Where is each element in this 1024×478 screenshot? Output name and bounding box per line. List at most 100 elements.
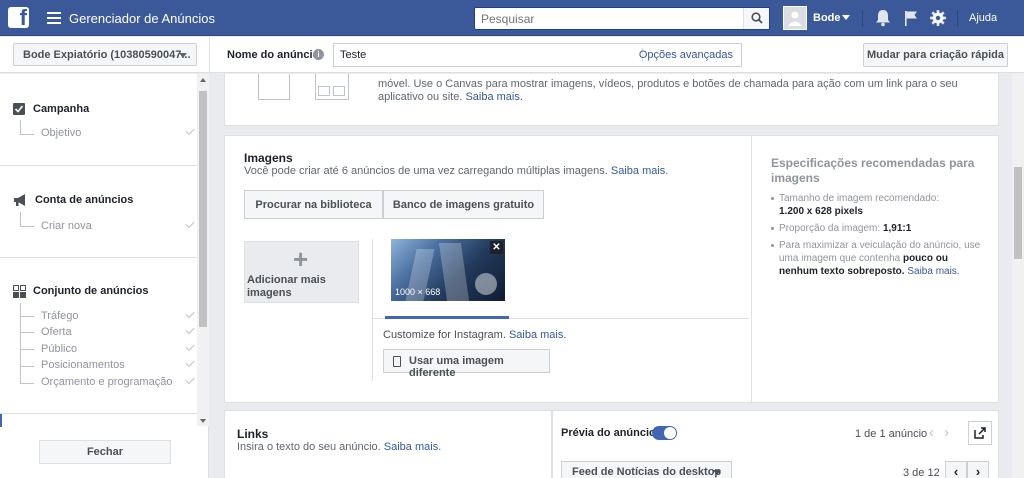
check-icon bbox=[185, 324, 195, 335]
images-title: Imagens bbox=[244, 151, 293, 165]
ad-toolbar: Bode Expiatório (10380590047... Nome do … bbox=[0, 37, 1024, 73]
instagram-customize: Customize for Instagram. Saiba mais. bbox=[383, 329, 567, 341]
images-card: Imagens Você pode criar até 6 anúncios d… bbox=[224, 135, 999, 404]
learn-more-link[interactable]: Saiba mais. bbox=[384, 441, 441, 453]
check-icon bbox=[185, 218, 195, 229]
next-button[interactable]: › bbox=[967, 461, 989, 478]
tree-line bbox=[20, 332, 34, 333]
sidebar-item-posicionamentos[interactable]: Posicionamentos bbox=[41, 359, 125, 371]
adset-grid-icon bbox=[13, 285, 26, 298]
tree-line bbox=[20, 212, 21, 226]
learn-more-link[interactable]: Saiba mais. bbox=[611, 165, 668, 177]
preview-label: Prévia do anúncio bbox=[561, 427, 656, 439]
search-icon bbox=[751, 12, 763, 24]
top-navbar: f Gerenciador de Anúncios Bode Ajuda bbox=[0, 0, 1024, 36]
image-dimensions: 1000 × 668 bbox=[395, 287, 441, 297]
use-different-image-button[interactable]: Usar uma imagem diferente bbox=[383, 349, 550, 379]
links-card: Links Insira o texto do seu anúncio. Sai… bbox=[224, 410, 552, 478]
spec-ratio: Proporção da imagem: 1,91:1 bbox=[771, 222, 986, 235]
bell-icon[interactable] bbox=[875, 9, 891, 27]
tree-line bbox=[20, 134, 34, 135]
links-title: Links bbox=[237, 427, 269, 441]
search-box bbox=[474, 7, 770, 30]
ad-name-label: Nome do anúncio bbox=[227, 49, 320, 61]
placement-dropdown[interactable]: Feed de Notícias do desktop bbox=[561, 461, 732, 478]
add-images-button[interactable]: + Adicionar mais imagens bbox=[244, 241, 359, 303]
gear-icon[interactable] bbox=[929, 9, 947, 27]
phone-icon bbox=[393, 356, 401, 367]
account-selector[interactable]: Bode Expiatório (10380590047... bbox=[13, 43, 197, 66]
sidebar-item-objetivo[interactable]: Objetivo bbox=[41, 127, 81, 139]
images-subtitle: Você pode criar até 6 anúncios de uma ve… bbox=[244, 165, 669, 177]
sidebar-item-orcamento[interactable]: Orçamento e programação bbox=[41, 376, 172, 388]
tab-free-images[interactable]: Banco de imagens gratuito bbox=[383, 190, 544, 219]
canvas-description: móvel. Use o Canvas para mostrar imagens… bbox=[378, 78, 958, 103]
megaphone-icon bbox=[14, 194, 25, 206]
learn-more-link[interactable]: Saiba mais. bbox=[907, 266, 959, 277]
info-icon[interactable]: i bbox=[313, 49, 324, 60]
learn-more-link[interactable]: Saiba mais. bbox=[465, 91, 522, 103]
tree-line bbox=[20, 383, 34, 384]
previous-button[interactable]: ‹ bbox=[945, 461, 967, 478]
sidebar-item-trafego[interactable]: Tráfego bbox=[41, 310, 79, 322]
flag-icon[interactable] bbox=[903, 9, 919, 27]
canvas-card: móvel. Use o Canvas para mostrar imagens… bbox=[224, 74, 999, 126]
links-subtitle: Insira o texto do seu anúncio. Saiba mai… bbox=[237, 441, 442, 453]
preview-toggle[interactable] bbox=[652, 426, 677, 440]
check-icon bbox=[185, 308, 195, 319]
scroll-down-icon[interactable] bbox=[200, 419, 206, 423]
tree-line bbox=[20, 120, 21, 134]
image-specs: Especificações recomendadas para imagens… bbox=[771, 156, 986, 282]
tree-line bbox=[20, 226, 34, 227]
spec-tip: Para maximizar a veiculação do anúncio, … bbox=[771, 239, 986, 278]
sidebar-scroll-thumb[interactable] bbox=[199, 91, 207, 327]
advanced-options-link[interactable]: Opções avançadas bbox=[639, 49, 733, 61]
close-icon[interactable]: ✕ bbox=[490, 241, 503, 254]
divider bbox=[372, 239, 373, 381]
sidebar-item-publico[interactable]: Público bbox=[41, 343, 77, 355]
sidebar: Campanha Objetivo Conta de anúncios Cria… bbox=[0, 74, 209, 478]
layout-icon bbox=[333, 86, 345, 96]
avatar[interactable] bbox=[783, 6, 807, 30]
sidebar-item-criar-nova[interactable]: Criar nova bbox=[41, 220, 92, 232]
help-link[interactable]: Ajuda bbox=[969, 12, 997, 24]
search-input[interactable] bbox=[475, 8, 743, 29]
specs-title: Especificações recomendadas para imagens bbox=[771, 156, 975, 185]
ad-name-value[interactable]: Teste bbox=[340, 49, 366, 61]
scroll-up-icon[interactable] bbox=[200, 78, 206, 82]
toggle-knob bbox=[664, 427, 676, 439]
external-link-icon bbox=[974, 427, 986, 439]
crop-icon[interactable] bbox=[475, 273, 497, 295]
check-icon bbox=[185, 374, 195, 385]
tab-library[interactable]: Procurar na biblioteca bbox=[244, 190, 383, 219]
page-scrollbar[interactable] bbox=[1012, 74, 1024, 478]
check-icon bbox=[185, 341, 195, 352]
page-scroll-thumb[interactable] bbox=[1014, 167, 1022, 259]
ad-name-field[interactable]: Teste Opções avançadas bbox=[333, 43, 742, 67]
search-button[interactable] bbox=[743, 8, 769, 29]
layout-icon bbox=[318, 86, 330, 96]
close-button[interactable]: Fechar bbox=[39, 440, 171, 464]
learn-more-link[interactable]: Saiba mais. bbox=[509, 329, 566, 341]
chevron-right-icon[interactable]: › bbox=[944, 424, 949, 441]
checkbox-icon bbox=[13, 103, 25, 115]
chevron-left-icon[interactable]: ‹ bbox=[929, 424, 934, 441]
active-indicator bbox=[0, 414, 2, 427]
app-title: Gerenciador de Anúncios bbox=[69, 11, 215, 26]
check-icon bbox=[185, 125, 195, 136]
quick-create-button[interactable]: Mudar para criação rápida bbox=[863, 43, 1008, 67]
main-content: móvel. Use o Canvas para mostrar imagens… bbox=[210, 74, 1012, 478]
add-images-label: Adicionar mais imagens bbox=[247, 274, 326, 299]
chevron-down-icon[interactable] bbox=[842, 15, 850, 20]
image-thumbnail[interactable]: 1000 × 668 ✕ bbox=[391, 239, 505, 301]
user-name[interactable]: Bode bbox=[813, 12, 841, 24]
tree-line bbox=[20, 349, 34, 350]
facebook-logo[interactable]: f bbox=[8, 5, 29, 30]
menu-icon[interactable] bbox=[47, 12, 61, 27]
desktop-preview-icon bbox=[258, 74, 290, 100]
ad-count: 1 de 1 anúncio bbox=[855, 428, 928, 440]
open-external-button[interactable] bbox=[968, 421, 992, 445]
tree-line bbox=[20, 366, 34, 367]
building-shape bbox=[438, 243, 470, 301]
sidebar-item-oferta[interactable]: Oferta bbox=[41, 326, 72, 338]
